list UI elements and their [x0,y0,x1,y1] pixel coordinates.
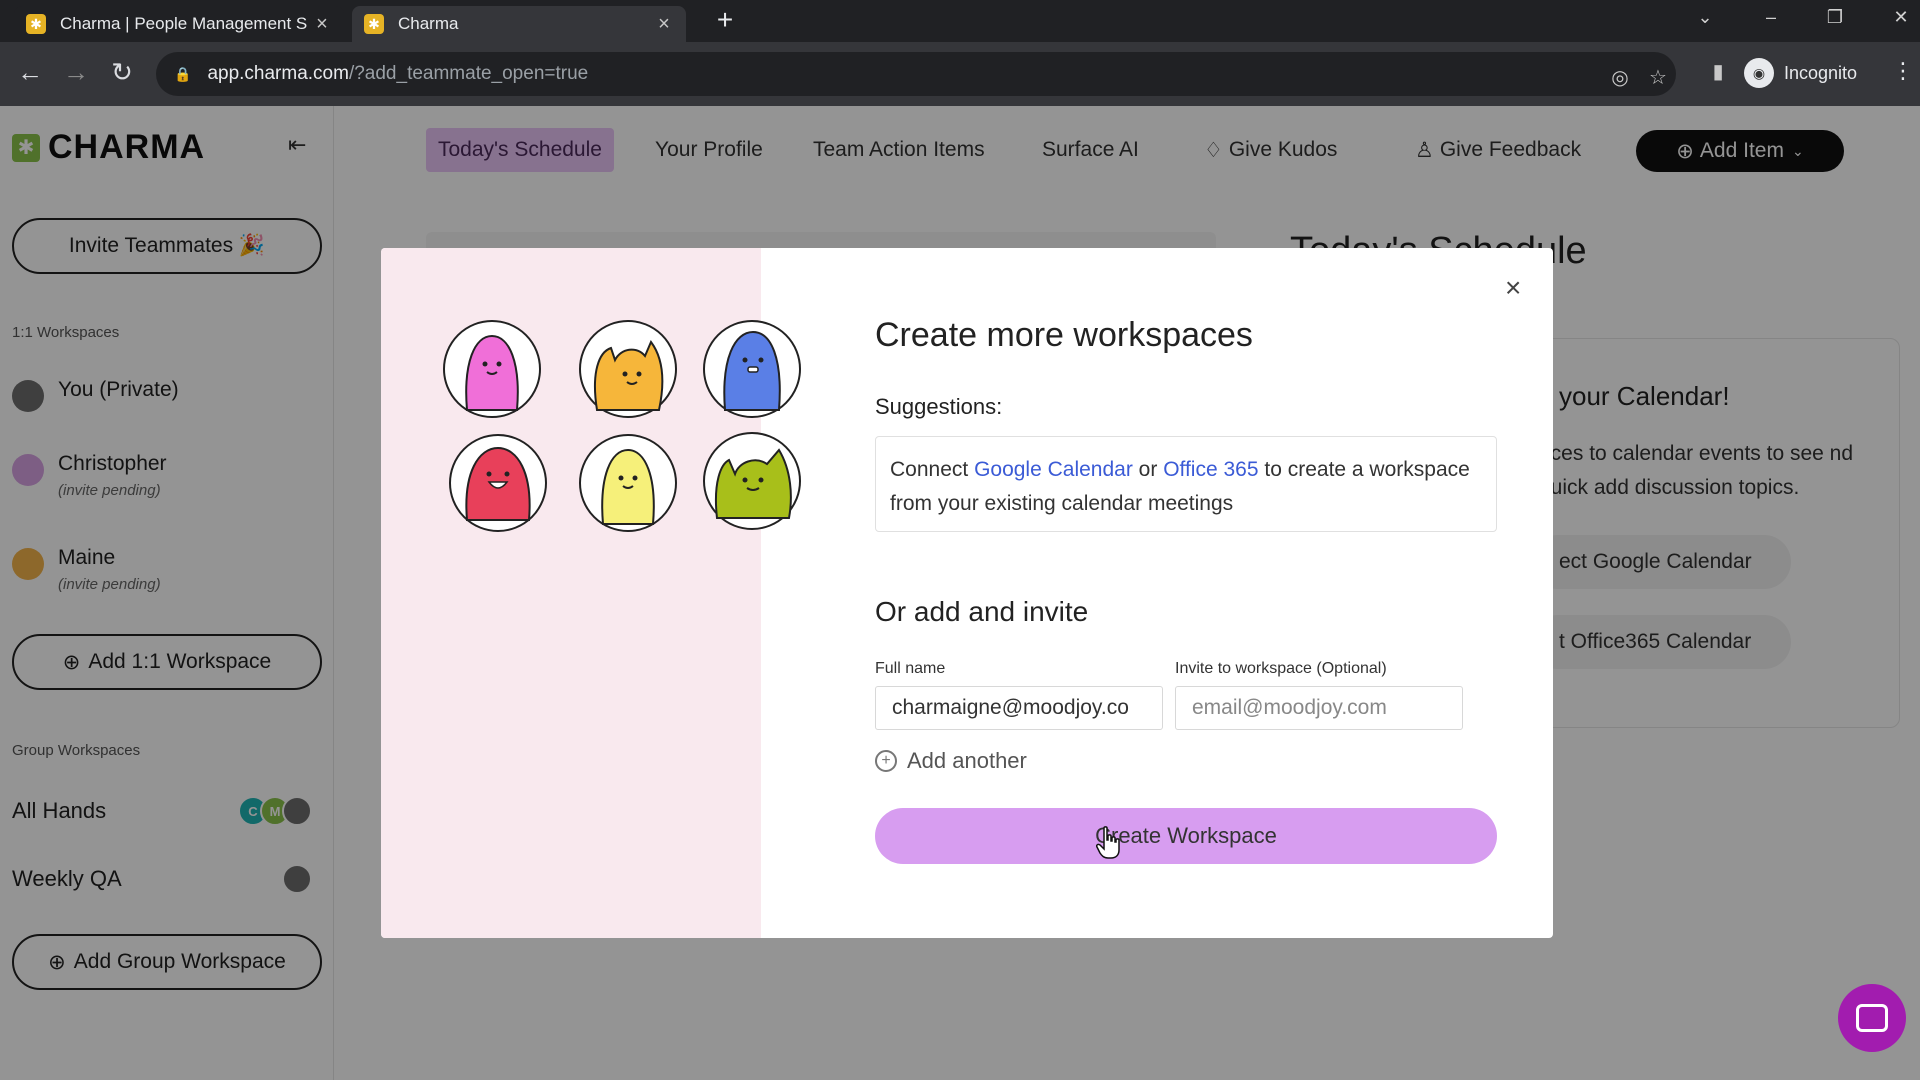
tab-search-icon[interactable]: ⌄ [1682,0,1728,34]
yellow-character-icon [579,434,677,532]
address-bar[interactable]: 🔒 app.charma.com/?add_teammate_open=true… [156,52,1676,96]
new-tab-icon[interactable]: + [710,6,740,36]
close-tab-icon[interactable]: × [654,13,674,36]
add-another-button[interactable]: + Add another [875,748,1027,774]
suggestions-label: Suggestions: [875,394,1003,419]
add-another-label: Add another [907,748,1027,773]
charma-favicon-icon: ✱ [26,14,46,34]
invite-label: Invite to workspace (Optional) [1175,660,1387,677]
browser-tab-2[interactable]: ✱ Charma × [352,6,686,42]
menu-icon[interactable]: ⋮ [1892,58,1914,84]
chat-icon[interactable] [1838,984,1906,1052]
incognito-indicator[interactable]: ◉ Incognito [1744,56,1857,90]
plus-icon: + [875,750,897,772]
suggestion-box: Connect Google Calendar or Office 365 to… [875,436,1497,532]
office-365-link[interactable]: Office 365 [1163,458,1258,481]
close-icon[interactable]: × [1505,274,1521,302]
incognito-label: Incognito [1784,62,1858,83]
minimize-icon[interactable]: – [1748,0,1794,34]
tab-title: Charma | People Management S [60,14,308,33]
modal-illustration-panel [381,248,801,938]
charma-favicon-icon: ✱ [364,14,384,34]
suggestion-or: or [1132,458,1164,481]
close-tab-icon[interactable]: × [312,13,332,36]
forward-icon[interactable]: → [60,56,92,88]
url-path: /?add_teammate_open=true [348,63,589,84]
browser-tab-strip: ✱ Charma | People Management S × ✱ Charm… [0,0,1920,42]
tab-title: Charma [398,14,459,33]
incognito-icon: ◉ [1744,58,1774,88]
full-name-field[interactable] [875,686,1163,730]
blue-character-icon [703,320,801,418]
create-workspace-button[interactable]: Create Workspace [875,808,1497,864]
browser-tab-1[interactable]: ✱ Charma | People Management S × [14,6,344,42]
suggestion-prefix: Connect [890,458,975,481]
side-panel-icon[interactable]: ▮ [1704,58,1732,86]
url-domain: app.charma.com [207,63,349,84]
eye-off-icon[interactable]: ◎ [1606,64,1634,92]
close-window-icon[interactable]: ✕ [1878,0,1920,34]
back-icon[interactable]: ← [14,56,46,88]
reload-icon[interactable]: ↻ [106,56,138,88]
lock-icon: 🔒 [174,65,192,82]
add-invite-heading: Or add and invite [875,596,1089,627]
restore-icon[interactable]: ❐ [1812,0,1858,34]
green-character-icon [703,432,801,530]
modal-title: Create more workspaces [875,316,1253,354]
create-workspaces-modal: × Create more workspaces Suggestions: Co… [381,248,1553,938]
invite-email-field[interactable] [1175,686,1463,730]
pink-character-icon [443,320,541,418]
full-name-label: Full name [875,660,946,677]
google-calendar-link[interactable]: Google Calendar [974,458,1133,481]
orange-character-icon [579,320,677,418]
hand-cursor-icon [1096,826,1120,859]
red-character-icon [449,434,547,532]
star-icon[interactable]: ☆ [1644,64,1672,92]
browser-toolbar: ← → ↻ 🔒 app.charma.com/?add_teammate_ope… [0,42,1920,106]
